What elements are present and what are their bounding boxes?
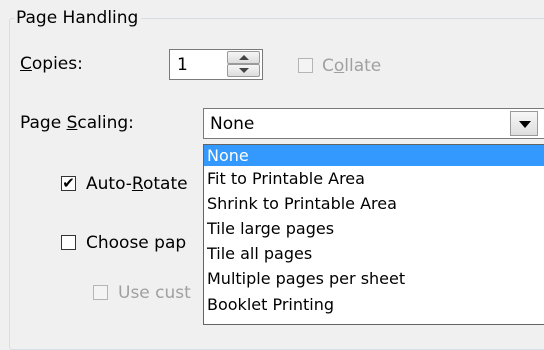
option-fit-to-printable-area[interactable]: Fit to Printable Area xyxy=(204,168,544,189)
copies-value[interactable]: 1 xyxy=(177,55,188,75)
arrow-up-icon xyxy=(239,55,249,60)
copies-increment-button[interactable] xyxy=(227,51,260,64)
option-shrink-to-printable-area[interactable]: Shrink to Printable Area xyxy=(204,193,544,214)
option-booklet-printing[interactable]: Booklet Printing xyxy=(204,294,544,315)
auto-rotate-label: Auto-Rotate xyxy=(86,174,188,194)
page-scaling-options-list[interactable]: None Fit to Printable Area Shrink to Pri… xyxy=(203,144,544,325)
checkmark-icon: ✔ xyxy=(62,174,75,192)
use-custom-checkbox[interactable] xyxy=(93,285,108,300)
option-tile-all-pages[interactable]: Tile all pages xyxy=(204,243,544,264)
option-none[interactable]: None xyxy=(204,145,544,166)
choose-paper-label: Choose pap xyxy=(86,233,187,253)
copies-spinner[interactable]: 1 xyxy=(169,49,263,80)
option-multiple-pages-per-sheet[interactable]: Multiple pages per sheet xyxy=(204,268,544,289)
group-title: Page Handling xyxy=(14,8,142,28)
auto-rotate-checkbox[interactable]: ✔ xyxy=(61,174,76,192)
page-scaling-dropdown-button[interactable] xyxy=(510,111,538,136)
chevron-down-icon xyxy=(519,121,531,128)
arrow-down-icon xyxy=(239,68,249,73)
use-custom-label: Use cust xyxy=(118,283,191,303)
copies-decrement-button[interactable] xyxy=(227,64,260,77)
collate-checkbox[interactable] xyxy=(298,58,313,73)
page-scaling-value: None xyxy=(210,114,255,134)
choose-paper-checkbox[interactable] xyxy=(61,235,76,250)
collate-label: Collate xyxy=(322,56,382,76)
option-tile-large-pages[interactable]: Tile large pages xyxy=(204,218,544,239)
copies-label: Copies: xyxy=(20,54,83,74)
page-scaling-select[interactable]: None xyxy=(203,108,544,139)
page-scaling-label: Page Scaling: xyxy=(20,113,134,133)
